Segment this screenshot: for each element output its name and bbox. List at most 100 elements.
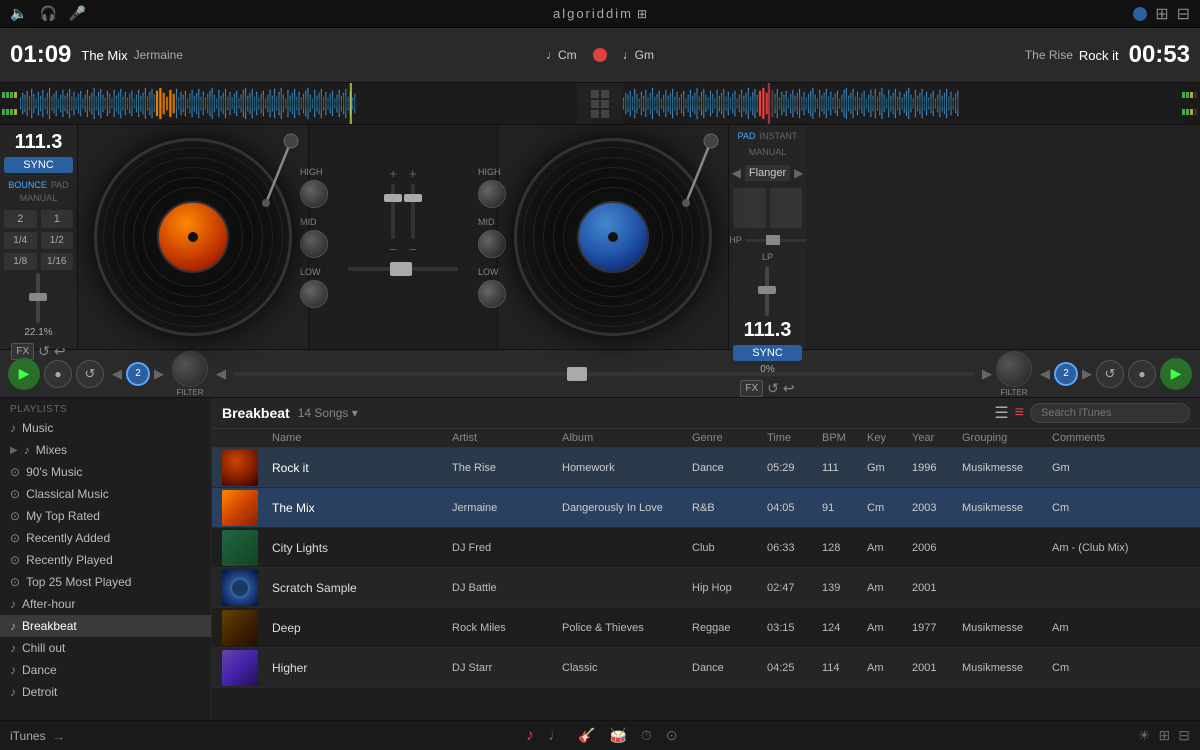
minimize-icon[interactable]: ⊟ bbox=[1178, 727, 1190, 744]
beat-1-16[interactable]: 1/16 bbox=[41, 253, 74, 270]
right-sync-btn[interactable]: SYNC bbox=[733, 345, 802, 361]
left-prev-btn[interactable]: ◀ bbox=[112, 366, 122, 382]
window-btn-1[interactable] bbox=[1133, 7, 1147, 21]
col-year-header[interactable]: Year bbox=[912, 432, 962, 444]
left-filter-knob[interactable] bbox=[172, 351, 208, 387]
sidebar-item-breakbeat[interactable]: ♪ Breakbeat bbox=[0, 615, 211, 637]
col-genre-header[interactable]: Genre bbox=[692, 432, 767, 444]
clock-icon[interactable]: ⏱ bbox=[641, 727, 652, 744]
beat-1-8[interactable]: 1/8 bbox=[4, 253, 37, 270]
sidebar-item-afterhour[interactable]: ♪ After-hour bbox=[0, 593, 211, 615]
left-mode-bounce[interactable]: BOUNCE bbox=[8, 180, 47, 190]
sidebar-item-mixes[interactable]: ▶ ♪ Mixes bbox=[0, 439, 211, 461]
right-mode-pad[interactable]: PAD bbox=[738, 131, 756, 141]
sidebar-item-top-rated[interactable]: ⊙ My Top Rated bbox=[0, 505, 211, 527]
mic-icon[interactable]: 🎤 bbox=[69, 5, 86, 22]
left-pitch-bar-handle[interactable] bbox=[567, 367, 587, 381]
col-time-header[interactable]: Time bbox=[767, 432, 822, 444]
col-bpm-header[interactable]: BPM bbox=[822, 432, 867, 444]
beat-1[interactable]: 1 bbox=[41, 210, 74, 228]
right-pitch-slider[interactable] bbox=[758, 286, 776, 294]
right-mode-instant[interactable]: INSTANT bbox=[760, 131, 798, 141]
left-loop-icon[interactable]: ↺ bbox=[38, 343, 50, 360]
record-indicator[interactable] bbox=[593, 48, 607, 62]
left-pitch-slider[interactable] bbox=[29, 293, 47, 301]
window-btn-2[interactable]: ⊞ bbox=[1155, 4, 1168, 24]
left-channel-fader[interactable] bbox=[384, 194, 402, 202]
effect-name[interactable]: Flanger bbox=[745, 165, 790, 181]
table-row[interactable]: The Mix Jermaine Dangerously In Love R&B… bbox=[212, 488, 1200, 528]
sidebar-item-dance[interactable]: ♪ Dance bbox=[0, 659, 211, 681]
table-row[interactable]: Higher DJ Starr Classic Dance 04:25 114 … bbox=[212, 648, 1200, 688]
left-sync-btn[interactable]: SYNC bbox=[4, 157, 73, 173]
effect-next-btn[interactable]: ▶ bbox=[794, 166, 803, 180]
headphones-icon[interactable]: 🎧 bbox=[39, 5, 56, 22]
right-loop-badge[interactable]: 2 bbox=[1054, 362, 1078, 386]
col-name-header[interactable]: Name bbox=[272, 432, 452, 444]
right-undo-icon[interactable]: ↩ bbox=[783, 380, 795, 397]
left-pitch-next[interactable]: ▶ bbox=[982, 366, 992, 382]
table-row[interactable]: Scratch Sample DJ Battle Hip Hop 02:47 1… bbox=[212, 568, 1200, 608]
table-row[interactable]: Deep Rock Miles Police & Thieves Reggae … bbox=[212, 608, 1200, 648]
search-input[interactable] bbox=[1030, 403, 1190, 423]
grid-view-icon[interactable]: ⊞ bbox=[1159, 727, 1171, 744]
sidebar-item-chillout[interactable]: ♪ Chill out bbox=[0, 637, 211, 659]
left-undo-icon[interactable]: ↩ bbox=[54, 343, 66, 360]
waveform-center-grid[interactable] bbox=[577, 83, 623, 124]
list-view-icon[interactable]: ≡ bbox=[1015, 404, 1024, 422]
waveform-area[interactable]: // Inline bars drawn via SVG rects bbox=[0, 83, 1200, 125]
col-key-header[interactable]: Key bbox=[867, 432, 912, 444]
right-cue-btn[interactable]: ● bbox=[1128, 360, 1156, 388]
settings-icon[interactable]: ⊙ bbox=[666, 727, 678, 744]
col-comments-header[interactable]: Comments bbox=[1052, 432, 1190, 444]
left-mode-manual[interactable]: MANUAL bbox=[20, 193, 58, 203]
left-cue-btn[interactable]: ● bbox=[44, 360, 72, 388]
add-to-playlist-icon[interactable]: → bbox=[52, 728, 66, 744]
left-mode-pad[interactable]: PAD bbox=[51, 180, 69, 190]
list-menu-icon[interactable]: ☰ bbox=[994, 403, 1008, 423]
sidebar-item-90s[interactable]: ⊙ 90's Music bbox=[0, 461, 211, 483]
brightness-icon[interactable]: ☀ bbox=[1138, 727, 1151, 744]
sidebar-item-top25[interactable]: ⊙ Top 25 Most Played bbox=[0, 571, 211, 593]
sidebar-item-music[interactable]: ♪ Music bbox=[0, 417, 211, 439]
beat-1-4[interactable]: 1/4 bbox=[4, 232, 37, 249]
sidebar-item-recently-played[interactable]: ⊙ Recently Played bbox=[0, 549, 211, 571]
waveform-right[interactable] bbox=[623, 83, 1180, 124]
left-play-btn[interactable]: ▶ bbox=[8, 358, 40, 390]
left-next-btn[interactable]: ▶ bbox=[154, 366, 164, 382]
sidebar-item-detroit[interactable]: ♪ Detroit bbox=[0, 681, 211, 703]
right-loop-btn[interactable]: ↺ bbox=[1096, 360, 1124, 388]
drum-icon[interactable]: 🥁 bbox=[609, 727, 626, 744]
effect-prev-btn[interactable]: ◀ bbox=[732, 166, 741, 180]
col-artist-header[interactable]: Artist bbox=[452, 432, 562, 444]
window-btn-3[interactable]: ⊟ bbox=[1177, 4, 1190, 24]
sidebar-item-classical[interactable]: ⊙ Classical Music bbox=[0, 483, 211, 505]
right-fx-btn[interactable]: FX bbox=[740, 380, 763, 397]
beat-2[interactable]: 2 bbox=[4, 210, 37, 228]
hp-slider[interactable] bbox=[766, 235, 780, 245]
right-mode-manual[interactable]: MANUAL bbox=[749, 147, 787, 157]
left-loop-btn[interactable]: ↺ bbox=[76, 360, 104, 388]
beat-1-2[interactable]: 1/2 bbox=[41, 232, 74, 249]
waveform-left[interactable]: // Inline bars drawn via SVG rects bbox=[20, 83, 577, 124]
right-filter-knob[interactable] bbox=[996, 351, 1032, 387]
sidebar-item-recently-added[interactable]: ⊙ Recently Added bbox=[0, 527, 211, 549]
right-prev-btn[interactable]: ◀ bbox=[1040, 366, 1050, 382]
right-channel-fader[interactable] bbox=[404, 194, 422, 202]
speaker-icon[interactable]: 🔈 bbox=[10, 5, 27, 22]
col-grouping-header[interactable]: Grouping bbox=[962, 432, 1052, 444]
col-album-header[interactable]: Album bbox=[562, 432, 692, 444]
right-loop-icon[interactable]: ↺ bbox=[767, 380, 779, 397]
left-pitch-prev[interactable]: ◀ bbox=[216, 366, 226, 382]
song-icon[interactable]: ♩ bbox=[548, 727, 564, 745]
music-library-icon[interactable]: ♪ bbox=[526, 727, 534, 745]
table-row[interactable]: City Lights DJ Fred Club 06:33 128 Am 20… bbox=[212, 528, 1200, 568]
guitar-icon[interactable]: 🎸 bbox=[578, 727, 595, 744]
right-next-btn[interactable]: ▶ bbox=[1082, 366, 1092, 382]
left-loop-badge[interactable]: 2 bbox=[126, 362, 150, 386]
right-play-btn[interactable]: ▶ bbox=[1160, 358, 1192, 390]
crossfader[interactable] bbox=[390, 262, 412, 276]
track-count[interactable]: 14 Songs ▾ bbox=[298, 406, 358, 420]
itunes-label[interactable]: iTunes bbox=[10, 729, 46, 743]
table-row[interactable]: Rock it The Rise Homework Dance 05:29 11… bbox=[212, 448, 1200, 488]
